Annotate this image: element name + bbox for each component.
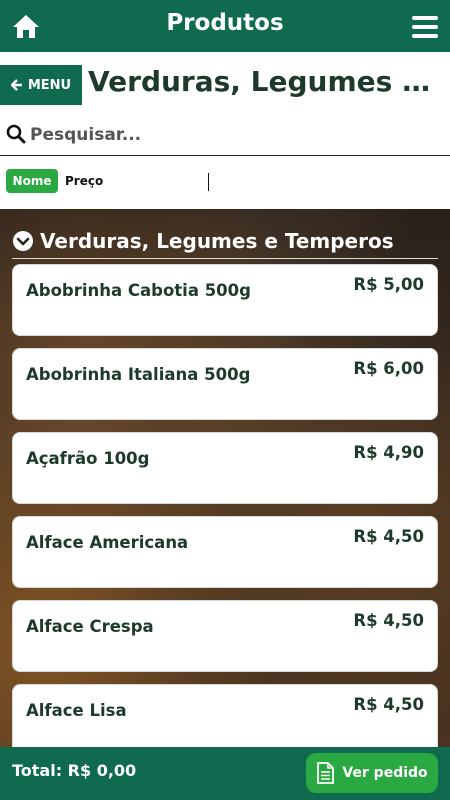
product-list[interactable]: Verduras, Legumes e Temperos Abobrinha C… <box>0 209 450 747</box>
search-bar <box>0 114 450 156</box>
sort-by-name-button[interactable]: Nome <box>6 169 58 193</box>
view-order-label: Ver pedido <box>342 765 428 781</box>
product-name: Alface Americana <box>26 533 189 552</box>
product-name: Alface Crespa <box>26 617 154 636</box>
product-card[interactable]: Abobrinha Italiana 500g R$ 6,00 <box>12 348 438 420</box>
product-name: Abobrinha Italiana 500g <box>26 365 251 384</box>
product-card[interactable]: Alface Lisa R$ 4,50 <box>12 684 438 747</box>
page-title: Verduras, Legumes e Temperos <box>88 65 444 98</box>
document-icon <box>317 762 335 784</box>
product-card[interactable]: Açafrão 100g R$ 4,90 <box>12 432 438 504</box>
product-price: R$ 4,90 <box>353 443 424 462</box>
search-input[interactable] <box>30 120 440 150</box>
back-menu-button[interactable]: MENU <box>0 65 82 105</box>
sort-bar: Nome Preço <box>0 157 450 209</box>
search-icon <box>6 124 26 144</box>
category-title: Verduras, Legumes e Temperos <box>40 228 394 253</box>
product-card[interactable]: Alface Americana R$ 4,50 <box>12 516 438 588</box>
product-price: R$ 5,00 <box>353 275 424 294</box>
product-price: R$ 6,00 <box>353 359 424 378</box>
product-name: Abobrinha Cabotia 500g <box>26 281 251 300</box>
hamburger-menu-icon[interactable] <box>412 16 438 38</box>
sort-by-price-button[interactable]: Preço <box>65 174 103 188</box>
arrow-left-icon <box>10 79 22 91</box>
sort-divider <box>208 173 209 191</box>
app-title: Produtos <box>166 10 284 36</box>
order-total: Total: R$ 0,00 <box>12 761 137 780</box>
product-name: Alface Lisa <box>26 701 127 720</box>
back-menu-label: MENU <box>27 77 72 93</box>
view-order-button[interactable]: Ver pedido <box>306 753 438 793</box>
product-name: Açafrão 100g <box>26 449 150 468</box>
top-bar: Produtos <box>0 0 450 52</box>
category-header[interactable]: Verduras, Legumes e Temperos <box>12 223 438 259</box>
product-card[interactable]: Abobrinha Cabotia 500g R$ 5,00 <box>12 264 438 336</box>
product-price: R$ 4,50 <box>353 527 424 546</box>
product-price: R$ 4,50 <box>353 611 424 630</box>
product-price: R$ 4,50 <box>353 695 424 714</box>
sub-header: MENU Verduras, Legumes e Temperos <box>0 52 450 110</box>
bottom-bar: Total: R$ 0,00 Ver pedido <box>0 747 450 800</box>
chevron-down-circle-icon <box>13 230 33 251</box>
product-card[interactable]: Alface Crespa R$ 4,50 <box>12 600 438 672</box>
